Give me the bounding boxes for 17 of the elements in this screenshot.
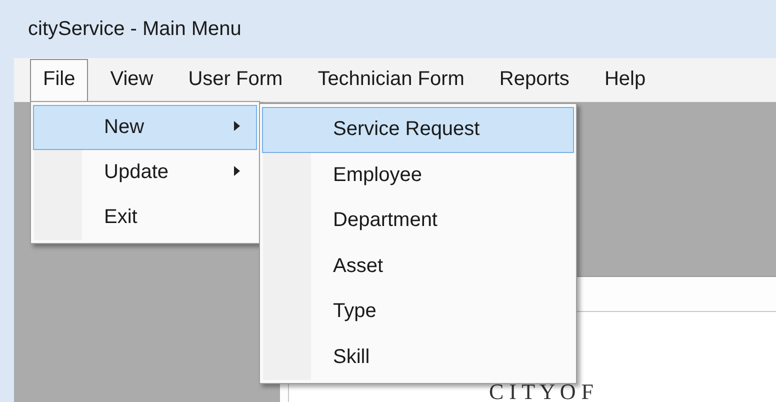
menu-item[interactable]: View: [97, 58, 166, 102]
menu-item[interactable]: Technician Form: [304, 58, 478, 102]
menu-entry[interactable]: Asset: [262, 244, 574, 289]
menu-entry[interactable]: Skill: [262, 334, 574, 380]
menu-entry[interactable]: Exit: [33, 195, 257, 240]
menu-entry[interactable]: Update: [33, 150, 257, 195]
logo-text: C I T Y O F: [489, 380, 594, 402]
menu-entry[interactable]: Department: [262, 198, 574, 244]
menu-item[interactable]: Reports: [486, 58, 582, 102]
window-title: cityService - Main Menu: [27, 16, 242, 42]
menu-item[interactable]: Help: [591, 58, 659, 102]
menu-item[interactable]: File: [30, 58, 88, 102]
menu-entry[interactable]: Service Request: [262, 107, 574, 152]
menu-entry[interactable]: Type: [262, 289, 574, 334]
menu-entry[interactable]: New: [33, 105, 257, 150]
menu-item[interactable]: User Form: [175, 58, 296, 102]
menu-entry[interactable]: Employee: [262, 152, 574, 198]
